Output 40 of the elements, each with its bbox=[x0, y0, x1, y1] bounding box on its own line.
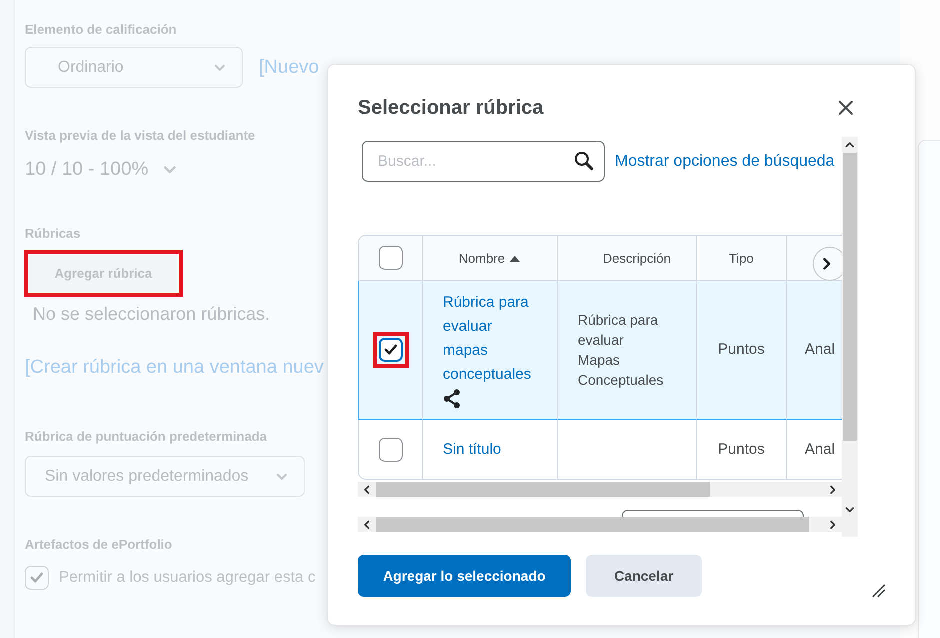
field-label: Rúbricas bbox=[25, 226, 81, 241]
table-cell: Puntos bbox=[718, 440, 765, 458]
field-label: Artefactos de ePortfolio bbox=[25, 537, 172, 552]
table-cell: Anal bbox=[805, 341, 836, 358]
scrollbar[interactable] bbox=[842, 137, 858, 537]
field-label: Elemento de calificación bbox=[25, 22, 177, 37]
add-selected-button[interactable]: Agregar lo seleccionado bbox=[358, 555, 571, 597]
link[interactable]: Mostrar opciones de búsqueda bbox=[615, 152, 835, 170]
column-header[interactable]: Tipo bbox=[729, 250, 754, 266]
column-header[interactable]: Nombre bbox=[458, 250, 506, 266]
field-label: Rúbrica de puntuación predeterminada bbox=[25, 429, 267, 444]
column-header[interactable]: Descripción bbox=[603, 250, 671, 266]
chevron-right-icon bbox=[828, 520, 838, 530]
select-all-checkbox[interactable] bbox=[378, 246, 402, 270]
checkbox[interactable] bbox=[378, 338, 402, 362]
field-label: Vista previa de la vista del estudiante bbox=[25, 128, 256, 143]
chevron-down-icon bbox=[845, 505, 855, 515]
chevron-left-icon bbox=[362, 484, 372, 494]
search-field[interactable]: Buscar... bbox=[362, 141, 605, 182]
checkmark-icon bbox=[30, 572, 44, 584]
resize-grip-icon bbox=[872, 584, 886, 598]
grade-preview: 10 / 10 - 100% bbox=[25, 159, 149, 181]
close-icon[interactable] bbox=[838, 100, 854, 116]
chevron-left-icon bbox=[362, 520, 372, 530]
search-icon bbox=[574, 151, 594, 171]
chevron-up-icon bbox=[845, 140, 855, 150]
checkbox[interactable] bbox=[378, 438, 402, 462]
table-cell: Anal bbox=[805, 440, 836, 458]
table-cell-text: Rúbrica para evaluar Mapas Conceptuales bbox=[578, 311, 662, 390]
checkbox-label: Permitir a los usuarios agregar esta c bbox=[59, 569, 316, 587]
scrollbar-thumb[interactable] bbox=[843, 153, 857, 441]
scrollbar[interactable] bbox=[358, 482, 842, 497]
empty-message: No se seleccionaron rúbricas. bbox=[33, 304, 270, 325]
rubric-link[interactable]: Sin título bbox=[443, 438, 531, 462]
chevron-right-icon bbox=[828, 484, 838, 494]
scrollbar-thumb[interactable] bbox=[376, 482, 710, 497]
table-cell: Puntos bbox=[718, 341, 765, 358]
dialog-title: Seleccionar rúbrica bbox=[358, 96, 544, 120]
checkmark-icon bbox=[384, 344, 398, 356]
cancel-button[interactable]: Cancelar bbox=[586, 555, 702, 597]
